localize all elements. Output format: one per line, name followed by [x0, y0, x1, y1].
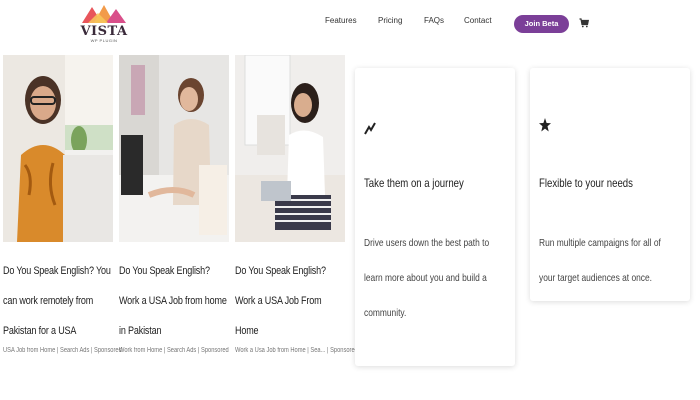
article-title[interactable]: Do You Speak English? You can work remot…	[3, 256, 113, 342]
article-meta: Work a Usa Job from Home | Sea... | Spon…	[235, 347, 358, 354]
article-photo-woman-sitting[interactable]	[235, 55, 345, 242]
sponsored-article-3[interactable]: Do You Speak English? Work a USA Job Fro…	[235, 55, 358, 354]
feature-description: Drive users down the best path to learn …	[364, 237, 490, 319]
article-title[interactable]: Do You Speak English? Work a USA Job fro…	[119, 256, 229, 342]
article-meta: Work from Home | Search Ads | Sponsored	[119, 347, 229, 354]
article-title[interactable]: Do You Speak English? Work a USA Job Fro…	[235, 256, 345, 342]
sponsored-article-2[interactable]: Do You Speak English? Work a USA Job fro…	[119, 55, 229, 354]
site-header: VISTA WP PLUGIN Features Pricing FAQs Co…	[0, 0, 700, 48]
feature-title: Take them on a journey	[364, 176, 464, 190]
nav-features[interactable]: Features	[325, 16, 357, 25]
article-meta: USA Job from Home | Search Ads | Sponsor…	[3, 347, 122, 354]
cart-icon[interactable]	[579, 18, 589, 28]
brand-tagline: WP PLUGIN	[90, 38, 118, 43]
nav-pricing[interactable]: Pricing	[378, 16, 402, 25]
article-photo-woman-laptop[interactable]	[3, 55, 113, 242]
nav-faqs[interactable]: FAQs	[424, 16, 444, 25]
nav-contact[interactable]: Contact	[464, 16, 492, 25]
sponsored-article-1[interactable]: Do You Speak English? You can work remot…	[3, 55, 122, 354]
trend-up-icon	[364, 122, 376, 135]
logo-mark-icon	[82, 5, 126, 23]
join-beta-button[interactable]: Join Beta	[514, 15, 569, 33]
article-photo-woman-phone[interactable]	[119, 55, 229, 242]
vista-logo[interactable]: VISTA WP PLUGIN	[80, 5, 128, 43]
feature-title: Flexible to your needs	[539, 176, 633, 190]
feature-card-journey: Take them on a journey Drive users down …	[355, 68, 515, 366]
brand-name: VISTA	[80, 24, 128, 39]
feature-description: Run multiple campaigns for all of your t…	[539, 237, 661, 284]
feature-card-flexible: Flexible to your needs Run multiple camp…	[530, 68, 690, 301]
star-icon	[539, 118, 551, 132]
